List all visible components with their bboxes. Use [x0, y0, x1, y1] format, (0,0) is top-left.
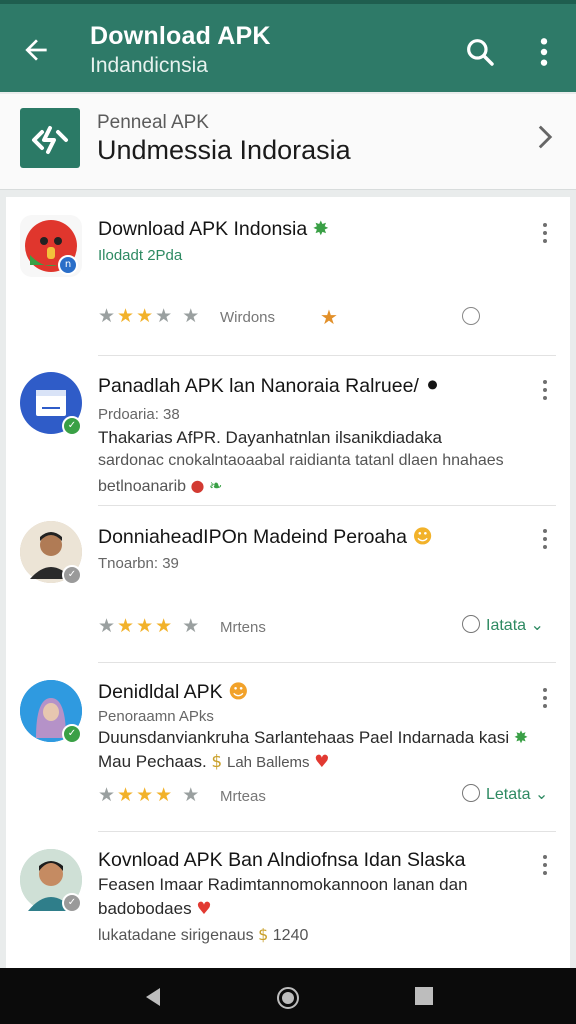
verified-badge: ✓: [62, 416, 82, 436]
item-desc-line1: Feasen Imaar Radimtannomokannoon lanan d…: [98, 875, 468, 894]
more-vert-icon[interactable]: [534, 36, 554, 68]
rating-stars: ★★★★ ★: [98, 784, 202, 806]
user-avatar: ✓: [20, 680, 82, 744]
item-meta: Penoraamn APks: [98, 708, 214, 725]
back-arrow-icon[interactable]: [20, 34, 52, 66]
rating-stars: ★★★★ ★: [98, 305, 202, 327]
item-desc-line3: betlnoanarib ● ❧: [98, 476, 223, 495]
item-menu-icon[interactable]: [540, 221, 550, 245]
item-meta: Tnoarbn: 39: [98, 555, 179, 572]
verified-badge: n: [58, 255, 78, 275]
list-item[interactable]: ✓ DonniaheadIPOn Madeind Peroaha ☻ Tnoar…: [6, 507, 570, 663]
list-item[interactable]: ✓ Denidldal APK ☻ Penoraamn APks Duunsda…: [6, 664, 570, 832]
item-desc-line2: Mau Pechaas. $ Lah Ballems ♥: [98, 752, 330, 772]
apk-logo-icon: [32, 126, 68, 154]
item-title: Denidldal APK ☻: [98, 680, 249, 703]
item-desc-line3: lukatadane sirigenaus $ 1240: [98, 925, 309, 944]
trophy-icon: ★: [320, 307, 338, 329]
app-title: Download APK: [90, 22, 271, 50]
verified-badge: ✓: [62, 893, 82, 913]
rating-label: Wirdons: [220, 309, 276, 326]
search-icon[interactable]: [464, 36, 496, 68]
item-meta: Ilodadt 2Pda: [98, 247, 183, 264]
publisher-name: Undmessia Indorasia: [97, 135, 351, 165]
rating-stars: ★★★★ ★: [98, 615, 202, 637]
item-desc-line2: badobodaes ♥: [98, 899, 212, 919]
app-list: n Download APK Indonsia ✸ Ilodadt 2Pda ★…: [6, 197, 570, 969]
app-subtitle: Indandicnsia: [90, 54, 208, 77]
info-icon[interactable]: [462, 307, 486, 327]
system-nav-bar: [0, 968, 576, 1024]
rating-label: Mrteas: [220, 788, 266, 805]
list-item[interactable]: ✓ Kovnload APK Ban Alndiofnsa Idan Slask…: [6, 833, 570, 969]
item-title: DonniaheadIPOn Madeind Peroaha ☻: [98, 525, 433, 548]
divider: [98, 662, 556, 663]
publisher-label: Penneal APK: [97, 112, 209, 133]
update-button[interactable]: Letata ⌄: [462, 784, 548, 804]
nav-recents-icon[interactable]: [414, 986, 434, 1006]
verified-badge: ✓: [62, 565, 82, 585]
divider: [98, 505, 556, 506]
item-menu-icon[interactable]: [540, 853, 550, 877]
divider: [98, 831, 556, 832]
app-icon: ✓: [20, 372, 82, 436]
item-title: Panadlah APK lan Nanoraia Ralruee/ ⚫: [98, 374, 441, 397]
item-menu-icon[interactable]: [540, 686, 550, 710]
list-item[interactable]: ✓ Panadlah APK lan Nanoraia Ralruee/ ⚫ P…: [6, 356, 570, 506]
user-avatar: ✓: [20, 849, 82, 913]
publisher-header[interactable]: Penneal APK Undmessia Indorasia: [0, 94, 576, 190]
app-icon: n: [20, 215, 82, 277]
item-meta: Prdoaria: 38: [98, 406, 180, 423]
nav-back-icon[interactable]: [142, 986, 164, 1008]
list-item[interactable]: n Download APK Indonsia ✸ Ilodadt 2Pda ★…: [6, 197, 570, 356]
rating-label: Mrtens: [220, 619, 266, 636]
item-menu-icon[interactable]: [540, 378, 550, 402]
chevron-right-icon[interactable]: [536, 124, 554, 150]
user-avatar: ✓: [20, 521, 82, 585]
nav-home-icon[interactable]: [276, 986, 300, 1010]
item-desc-line1: Duunsdanviankruha Sarlantehaas Pael Inda…: [98, 728, 529, 748]
item-title: Download APK Indonsia ✸: [98, 217, 329, 240]
item-desc-line1: Thakarias AfPR. Dayanhatnlan ilsanikdiad…: [98, 428, 442, 447]
app-bar: Download APK Indandicnsia: [0, 0, 576, 92]
update-button[interactable]: Iatata ⌄: [462, 615, 544, 635]
item-menu-icon[interactable]: [540, 527, 550, 551]
item-desc-line2: sardonac cnokalntaoaabal raidianta tatan…: [98, 452, 504, 469]
item-title: Kovnload APK Ban Alndiofnsa Idan Slaska: [98, 849, 466, 871]
publisher-logo: [20, 108, 80, 168]
verified-badge: ✓: [62, 724, 82, 744]
